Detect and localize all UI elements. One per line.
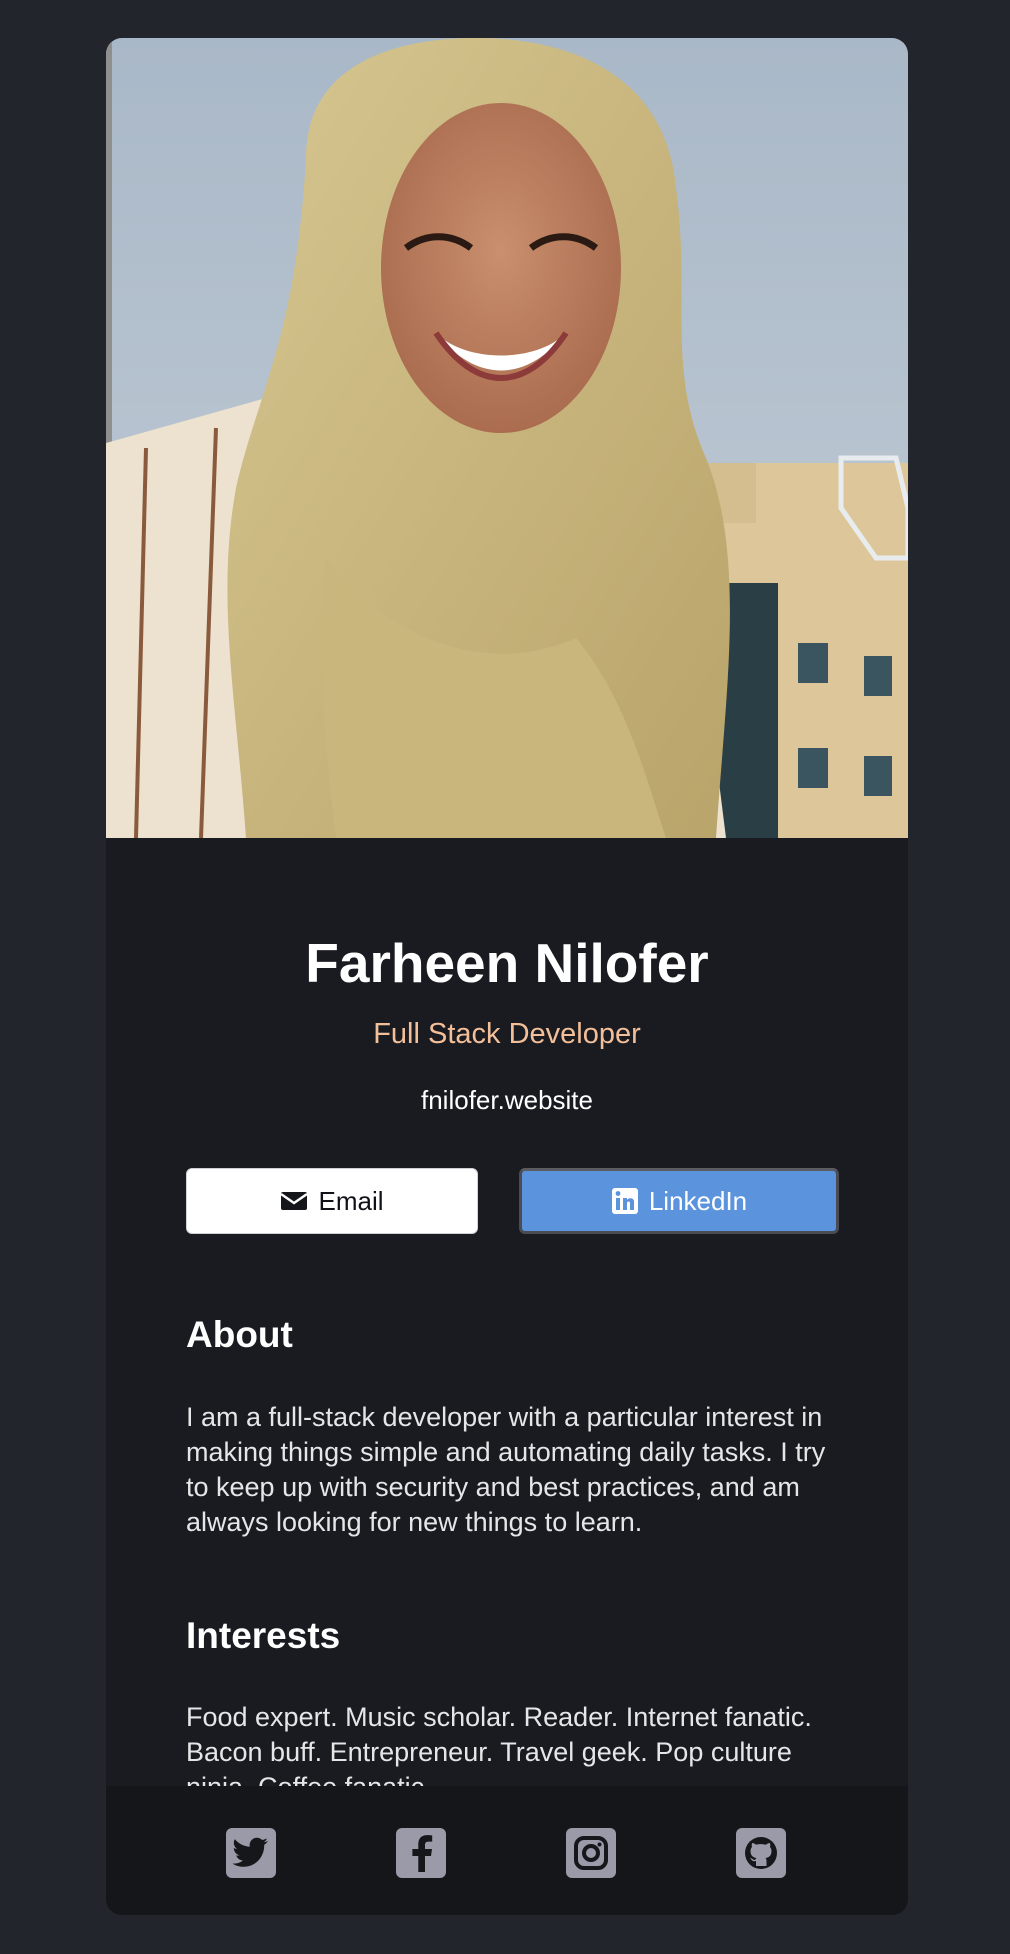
profile-photo	[106, 38, 908, 838]
social-footer	[106, 1786, 908, 1915]
facebook-icon	[412, 1835, 433, 1872]
email-button[interactable]: Email	[186, 1168, 478, 1234]
linkedin-icon	[611, 1188, 638, 1214]
linkedin-button[interactable]: LinkedIn	[519, 1168, 839, 1234]
interests-heading: Interests	[186, 1615, 341, 1656]
github-link[interactable]	[736, 1828, 786, 1878]
profile-title: Full Stack Developer	[373, 1018, 641, 1050]
about-text: I am a full-stack developer with a parti…	[186, 1402, 826, 1537]
twitter-link[interactable]	[226, 1828, 276, 1878]
twitter-icon	[232, 1837, 268, 1867]
about-heading: About	[186, 1314, 293, 1355]
envelope-icon	[280, 1192, 309, 1210]
instagram-link[interactable]	[566, 1828, 616, 1878]
profile-website: fnilofer.website	[421, 1085, 593, 1115]
facebook-link[interactable]	[396, 1828, 446, 1878]
github-icon	[745, 1837, 777, 1869]
email-button-label: Email	[318, 1185, 384, 1216]
linkedin-button-label: LinkedIn	[648, 1185, 748, 1216]
profile-name: Farheen Nilofer	[305, 932, 709, 994]
profile-card: Farheen Nilofer Full Stack Developer fni…	[106, 38, 908, 1915]
instagram-icon	[574, 1836, 608, 1870]
